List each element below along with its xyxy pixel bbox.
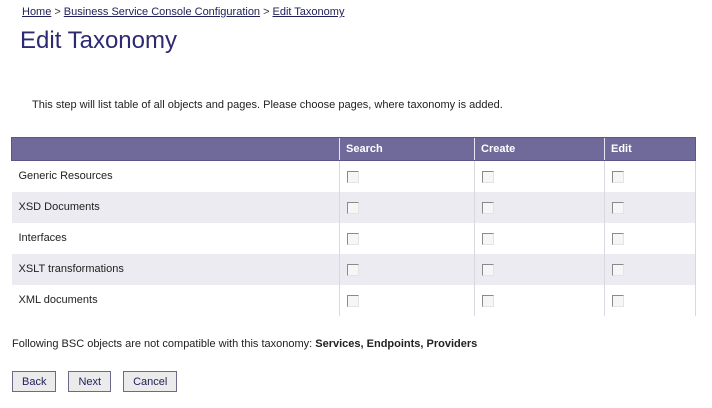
- edit-cell: [604, 191, 696, 223]
- table-header-row: Search Create Edit: [11, 137, 696, 161]
- table-row: XML documents: [11, 284, 696, 316]
- table-row: XSD Documents: [11, 191, 696, 223]
- search-cell: [339, 222, 475, 254]
- breadcrumb-home-link[interactable]: Home: [22, 6, 51, 18]
- search-cell: [339, 160, 475, 192]
- table-row: Interfaces: [11, 222, 696, 254]
- edit-cell: [604, 253, 696, 285]
- search-checkbox[interactable]: [347, 233, 359, 245]
- column-header-object: [11, 137, 340, 161]
- breadcrumb: Home > Business Service Console Configurat…: [22, 6, 344, 18]
- column-header-search: Search: [339, 137, 475, 161]
- intro-text: This step will list table of all objects…: [32, 99, 503, 111]
- edit-checkbox[interactable]: [612, 171, 624, 184]
- row-label: XSD Documents: [11, 191, 340, 223]
- create-checkbox[interactable]: [482, 233, 494, 245]
- breadcrumb-edit-taxonomy-link[interactable]: Edit Taxonomy: [273, 6, 345, 18]
- taxonomy-table: Search Create Edit Generic Resources XSD…: [11, 137, 696, 316]
- search-checkbox[interactable]: [347, 171, 359, 184]
- search-cell: [339, 253, 475, 285]
- edit-checkbox[interactable]: [612, 202, 624, 214]
- search-checkbox[interactable]: [347, 295, 359, 307]
- create-cell: [474, 284, 605, 316]
- create-cell: [474, 253, 605, 285]
- edit-cell: [604, 284, 696, 316]
- edit-checkbox[interactable]: [612, 233, 624, 245]
- back-button[interactable]: Back: [12, 371, 57, 392]
- create-cell: [474, 160, 605, 192]
- edit-checkbox[interactable]: [612, 264, 624, 276]
- create-cell: [474, 222, 605, 254]
- create-cell: [474, 191, 605, 223]
- search-checkbox[interactable]: [347, 264, 359, 276]
- wizard-actions: Back Next Cancel: [12, 371, 178, 392]
- incompatible-objects: Services, Endpoints, Providers: [315, 338, 478, 350]
- row-label: XML documents: [11, 284, 340, 316]
- column-header-create: Create: [474, 137, 605, 161]
- page-title: Edit Taxonomy: [20, 27, 177, 54]
- edit-cell: [604, 160, 696, 192]
- create-checkbox[interactable]: [482, 295, 494, 307]
- edit-cell: [604, 222, 696, 254]
- create-checkbox[interactable]: [482, 171, 494, 184]
- create-checkbox[interactable]: [482, 264, 494, 276]
- column-header-edit: Edit: [604, 137, 696, 161]
- compatibility-note: Following BSC objects are not compatible…: [12, 338, 477, 350]
- search-cell: [339, 191, 475, 223]
- edit-checkbox[interactable]: [612, 295, 624, 307]
- breadcrumb-separator: >: [263, 6, 270, 18]
- table-row: Generic Resources: [11, 160, 696, 192]
- search-checkbox[interactable]: [347, 202, 359, 214]
- row-label: XSLT transformations: [11, 253, 340, 285]
- breadcrumb-bsc-config-link[interactable]: Business Service Console Configuration: [64, 6, 260, 18]
- next-button[interactable]: Next: [68, 371, 112, 392]
- cancel-button[interactable]: Cancel: [123, 371, 178, 392]
- compatibility-note-prefix: Following BSC objects are not compatible…: [12, 338, 313, 350]
- breadcrumb-separator: >: [54, 6, 61, 18]
- table-row: XSLT transformations: [11, 253, 696, 285]
- search-cell: [339, 284, 475, 316]
- create-checkbox[interactable]: [482, 202, 494, 214]
- row-label: Generic Resources: [11, 160, 340, 192]
- row-label: Interfaces: [11, 222, 340, 254]
